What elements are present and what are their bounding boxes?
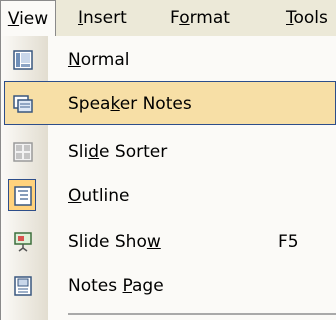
menu-item-label: Normal [68,50,130,70]
menu-tools[interactable]: Tools [286,0,328,36]
menu-item-speaker-notes[interactable]: Speaker Notes [4,81,336,125]
menu-item-label: Outline [68,186,130,206]
menu-item-notes-page[interactable]: Notes Page [0,264,336,308]
menu-insert[interactable]: Insert [78,0,127,36]
menu-view[interactable]: View [0,0,56,36]
menu-item-label: Slide Sorter [68,142,168,162]
menu-tools-label: Tools [286,8,328,28]
slide-sorter-icon [12,141,34,163]
menu-item-label: Speaker Notes [68,94,192,114]
notes-page-icon [12,275,34,297]
outline-view-icon [12,185,34,207]
menu-item-outline[interactable]: Outline [0,174,336,218]
menu-separator [68,313,336,315]
menu-item-normal[interactable]: Normal [0,38,336,82]
speaker-notes-icon [12,93,34,115]
menu-format-label: Format [170,8,230,28]
menu-item-slide-show[interactable]: Slide Show F5 [0,220,336,264]
menu-item-slide-sorter[interactable]: Slide Sorter [0,130,336,174]
menu-view-label: View [7,9,49,29]
menu-bar: View Insert Format Tools [0,0,336,36]
menu-format[interactable]: Format [170,0,230,36]
menu-item-shortcut: F5 [278,232,299,252]
menu-insert-label: Insert [78,8,127,28]
slide-show-icon [12,231,34,253]
normal-view-icon [12,49,34,71]
menu-item-label: Notes Page [68,276,164,296]
menu-item-label: Slide Show [68,232,161,252]
